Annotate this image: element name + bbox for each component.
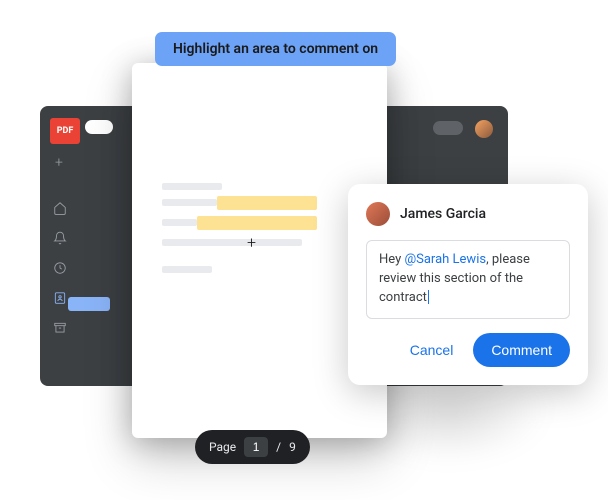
clock-icon[interactable]	[52, 260, 68, 276]
page-total: 9	[289, 440, 296, 454]
pdf-app-badge: PDF	[50, 118, 80, 144]
highlighted-text[interactable]	[217, 196, 317, 210]
commenter-avatar[interactable]	[366, 202, 390, 226]
home-icon[interactable]	[52, 200, 68, 216]
mention[interactable]: @Sarah Lewis	[404, 252, 486, 267]
header-pill	[85, 120, 113, 134]
page-input[interactable]	[244, 437, 268, 457]
header-avatar[interactable]	[475, 120, 493, 138]
comment-actions: Cancel Comment	[366, 333, 570, 367]
text-line	[162, 183, 222, 190]
sidebar-active-item[interactable]	[68, 297, 110, 311]
comment-popover: James Garcia Hey @Sarah Lewis, please re…	[348, 184, 588, 385]
comment-textarea[interactable]: Hey @Sarah Lewis, please review this sec…	[366, 240, 570, 319]
crosshair-cursor-icon: +	[247, 233, 256, 252]
sidebar-nav	[52, 200, 68, 336]
archive-icon[interactable]	[52, 320, 68, 336]
text-line	[162, 219, 197, 226]
text-row	[162, 199, 357, 210]
page-navigator[interactable]: Page / 9	[195, 430, 310, 464]
plus-icon[interactable]: +	[55, 155, 63, 171]
page-label: Page	[209, 440, 236, 454]
comment-header: James Garcia	[366, 202, 570, 226]
text-caret	[428, 290, 429, 304]
page-separator: /	[276, 440, 281, 454]
contacts-icon[interactable]	[52, 290, 68, 306]
bell-icon[interactable]	[52, 230, 68, 246]
header-right-pill	[433, 121, 463, 135]
comment-text-before: Hey	[379, 252, 404, 267]
highlighted-text[interactable]	[197, 216, 317, 230]
text-line	[162, 266, 212, 273]
comment-button[interactable]: Comment	[473, 333, 570, 367]
commenter-name: James Garcia	[400, 206, 486, 222]
highlight-tooltip: Highlight an area to comment on	[155, 32, 396, 66]
text-row	[162, 219, 357, 230]
text-line	[162, 239, 302, 246]
cancel-button[interactable]: Cancel	[396, 333, 468, 367]
text-line	[162, 199, 217, 206]
